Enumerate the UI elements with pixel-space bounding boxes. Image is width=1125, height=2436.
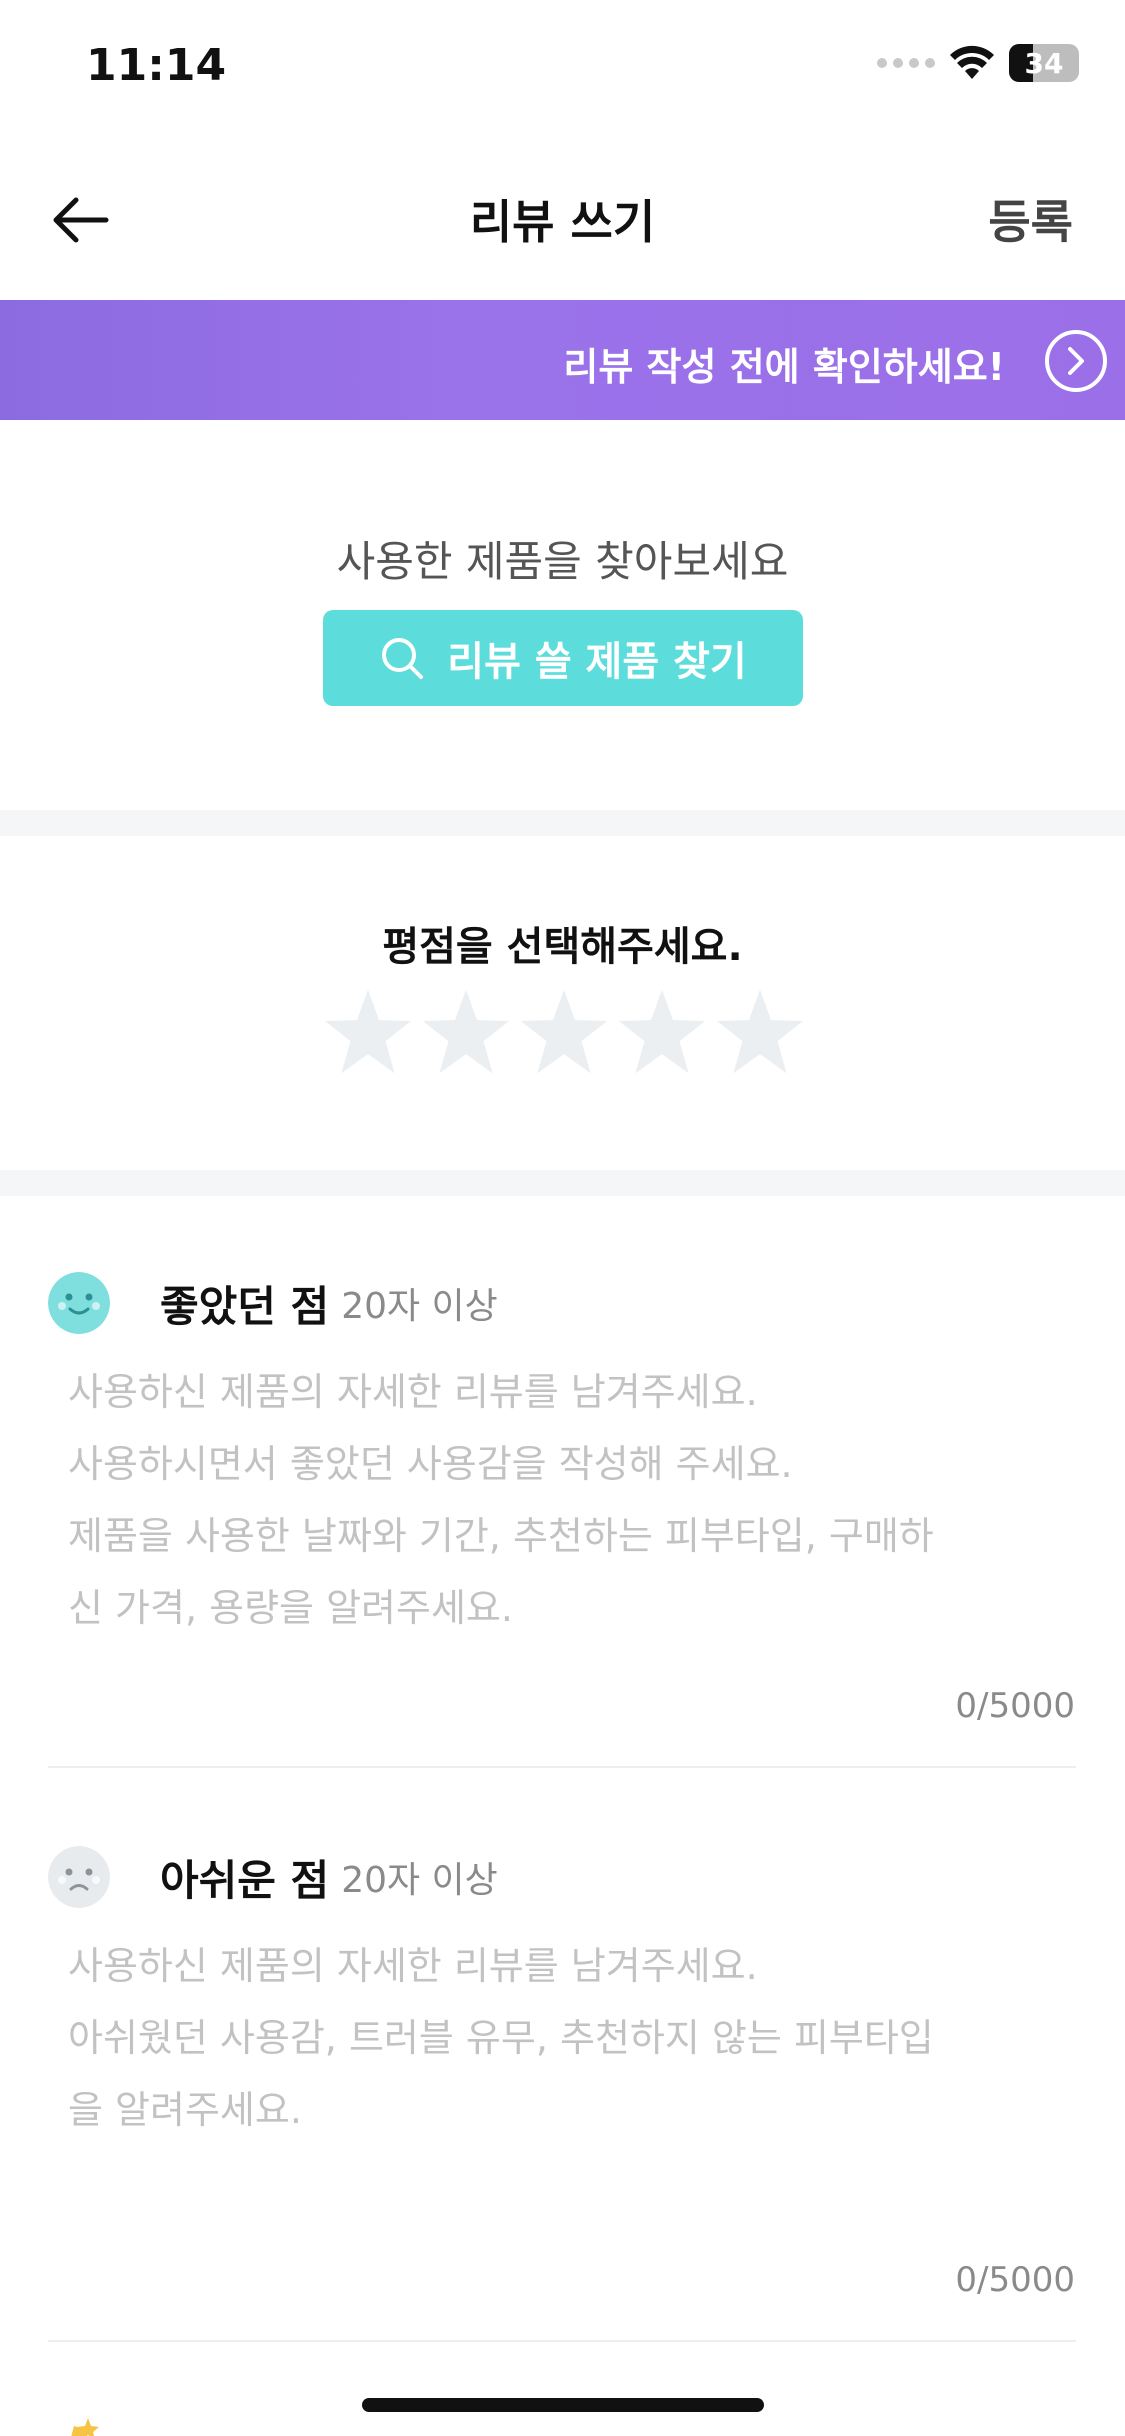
battery-level: 34	[1024, 46, 1064, 80]
status-time: 11:14	[86, 40, 227, 91]
search-icon	[382, 638, 424, 679]
star-icon[interactable]	[420, 986, 512, 1078]
home-indicator	[362, 2398, 764, 2412]
good-points-label: 좋았던 점	[160, 1281, 330, 1331]
star-rating	[322, 986, 806, 1078]
good-points-header: 좋았던 점 20자 이상	[48, 1272, 498, 1334]
sad-face-icon	[48, 1846, 110, 1908]
bad-points-label: 아쉬운 점	[160, 1855, 330, 1905]
good-points-min-length: 20자 이상	[341, 1286, 498, 1327]
section-divider	[0, 1170, 1125, 1196]
star-icon[interactable]	[322, 986, 414, 1078]
divider	[48, 2340, 1076, 2342]
top-navigation-bar: 리뷰 쓰기 등록	[0, 140, 1125, 300]
divider	[48, 1766, 1076, 1768]
review-guide-banner[interactable]: 리뷰 작성 전에 확인하세요!	[0, 300, 1125, 420]
banner-text: 리뷰 작성 전에 확인하세요!	[563, 345, 1005, 389]
bad-points-char-count: 0/5000	[955, 2260, 1075, 2300]
find-product-button-label: 리뷰 쓸 제품 찾기	[447, 639, 747, 685]
good-points-section: 좋았던 점 20자 이상 사용하신 제품의 자세한 리뷰를 남겨주세요. 사용하…	[0, 1272, 1125, 1772]
status-bar: 11:14 34	[0, 0, 1125, 140]
cellular-signal-icon	[877, 58, 935, 68]
find-product-section: 사용한 제품을 찾아보세요 리뷰 쓸 제품 찾기	[0, 420, 1125, 810]
happy-face-icon	[48, 1272, 110, 1334]
register-button[interactable]: 등록	[988, 186, 1073, 252]
star-icon[interactable]	[714, 986, 806, 1078]
page-title: 리뷰 쓰기	[469, 195, 656, 249]
tip-icon	[71, 2418, 99, 2436]
bad-points-min-length: 20자 이상	[341, 1860, 498, 1901]
bad-points-textarea[interactable]: 사용하신 제품의 자세한 리뷰를 남겨주세요. 아쉬웠던 사용감, 트러블 유무…	[68, 1930, 1058, 2146]
bad-points-section: 아쉬운 점 20자 이상 사용하신 제품의 자세한 리뷰를 남겨주세요. 아쉬웠…	[0, 1846, 1125, 2346]
section-divider	[0, 810, 1125, 836]
find-product-prompt: 사용한 제품을 찾아보세요	[336, 537, 789, 586]
status-icons: 34	[877, 44, 1079, 82]
good-points-char-count: 0/5000	[955, 1686, 1075, 1726]
rating-section: 평점을 선택해주세요.	[0, 836, 1125, 1170]
star-icon[interactable]	[518, 986, 610, 1078]
wifi-icon	[950, 45, 994, 79]
bad-points-header: 아쉬운 점 20자 이상	[48, 1846, 498, 1908]
battery-icon: 34	[1009, 44, 1079, 82]
rating-title: 평점을 선택해주세요.	[382, 924, 743, 970]
good-points-textarea[interactable]: 사용하신 제품의 자세한 리뷰를 남겨주세요. 사용하시면서 좋았던 사용감을 …	[68, 1356, 1058, 1644]
find-product-button[interactable]: 리뷰 쓸 제품 찾기	[323, 610, 803, 706]
star-icon[interactable]	[616, 986, 708, 1078]
chevron-right-circle-icon	[1045, 330, 1107, 392]
